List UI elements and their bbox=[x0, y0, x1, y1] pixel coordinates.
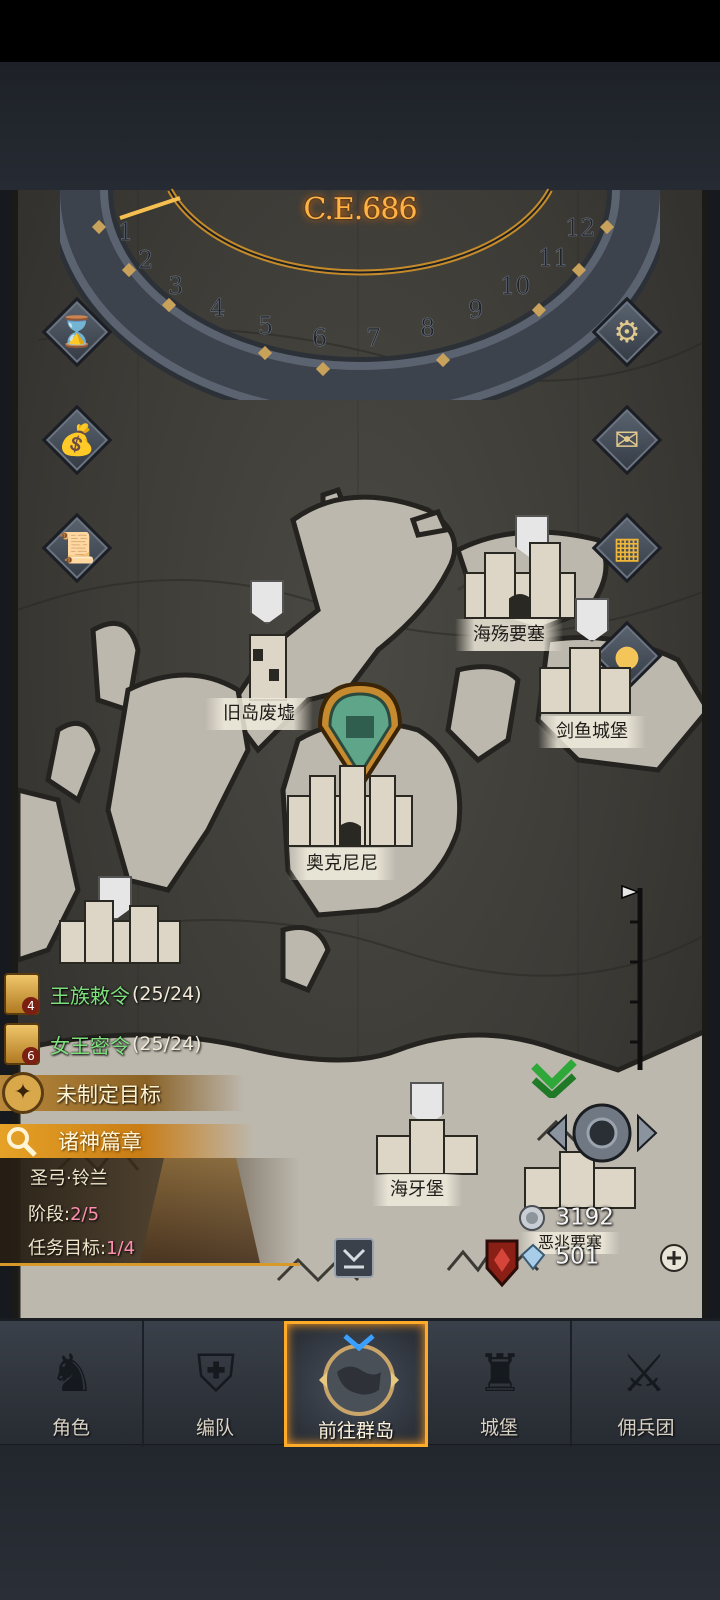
tower-icon bbox=[249, 634, 287, 701]
castle-icon bbox=[287, 765, 413, 847]
castle-icon bbox=[539, 647, 631, 714]
silver-resource: 3192 bbox=[518, 1204, 614, 1232]
year-label: C.E.686 bbox=[303, 192, 417, 227]
nav-go-islands[interactable]: 前往群岛 bbox=[284, 1321, 428, 1447]
chapter-title: 诸神篇章 bbox=[58, 1130, 142, 1154]
crystal-icon bbox=[520, 1243, 546, 1271]
banner-icon: ⚔ bbox=[620, 1344, 668, 1404]
hero-portrait bbox=[140, 1158, 260, 1263]
settings-button[interactable]: ⚙ bbox=[591, 296, 663, 368]
mail-button[interactable]: ✉ bbox=[591, 404, 663, 476]
mail-icon: ✉ bbox=[614, 422, 640, 458]
objective-progress: 任务目标:1/4 bbox=[28, 1238, 136, 1259]
order-royal-decree[interactable]: 4 王族敕令 (25/24) bbox=[4, 972, 202, 1016]
nav-label: 城堡 bbox=[479, 1417, 518, 1439]
map-scale-bar bbox=[621, 884, 643, 1070]
month-10: 10 bbox=[500, 272, 531, 300]
order-queen-secret[interactable]: 6 女王密令 (25/24) bbox=[4, 1022, 202, 1066]
month-4: 4 bbox=[210, 294, 225, 322]
month-8: 8 bbox=[420, 314, 435, 342]
chapter-bar[interactable]: 诸神篇章 bbox=[0, 1124, 255, 1158]
scroll-map-icon: 📜 bbox=[58, 530, 96, 566]
quest-card[interactable]: 圣弓·铃兰 阶段:2/5 任务目标:1/4 bbox=[0, 1158, 300, 1266]
month-11: 11 bbox=[538, 244, 569, 272]
search-icon bbox=[7, 1127, 37, 1157]
add-resource-button[interactable] bbox=[659, 1243, 689, 1273]
helmet-icon: ⛨ bbox=[196, 1344, 236, 1404]
money-bag-button[interactable]: 💰 bbox=[41, 404, 113, 476]
castle-icon: ♜ bbox=[476, 1344, 524, 1404]
silver-coin-icon bbox=[519, 1205, 545, 1231]
crystal-resource: 501 bbox=[520, 1243, 599, 1271]
month-3: 3 bbox=[168, 272, 183, 300]
locate-compass-button[interactable] bbox=[546, 1098, 658, 1168]
order-count: (25/24) bbox=[132, 983, 202, 1005]
order-name: 王族敕令 bbox=[50, 983, 130, 1008]
gear-icon: ⚙ bbox=[613, 314, 641, 350]
castle-icon bbox=[59, 900, 181, 964]
month-5: 5 bbox=[258, 312, 273, 340]
stage-progress: 阶段:2/5 bbox=[28, 1204, 100, 1225]
calendar-grid-button[interactable]: ▦ bbox=[591, 512, 663, 584]
goal-label: 未制定目标 bbox=[56, 1083, 161, 1107]
nav-formation[interactable]: ⛨ 编队 bbox=[144, 1321, 288, 1447]
nav-label: 角色 bbox=[51, 1417, 90, 1439]
hero-name: 圣弓·铃兰 bbox=[30, 1168, 108, 1189]
collapse-panel-button[interactable] bbox=[334, 1238, 374, 1278]
status-bar bbox=[0, 0, 720, 62]
nav-role[interactable]: ♞ 角色 bbox=[0, 1321, 144, 1447]
location-label: 剑鱼城堡 bbox=[538, 716, 646, 748]
month-7: 7 bbox=[366, 324, 381, 352]
nav-label: 编队 bbox=[195, 1417, 234, 1439]
bottom-frame bbox=[0, 1445, 720, 1600]
scroll-icon: 6 bbox=[4, 1023, 40, 1065]
scroll-map-button[interactable]: 📜 bbox=[41, 512, 113, 584]
month-9: 9 bbox=[468, 296, 483, 324]
nav-label: 佣兵团 bbox=[617, 1417, 675, 1439]
order-name: 女王密令 bbox=[50, 1033, 130, 1058]
location-label: 奥克尼尼 bbox=[288, 848, 396, 880]
nav-castle[interactable]: ♜ 城堡 bbox=[428, 1321, 572, 1447]
hourglass-button[interactable]: ⌛ bbox=[41, 296, 113, 368]
location-label: 海牙堡 bbox=[372, 1174, 462, 1206]
calendar-grid-icon: ▦ bbox=[612, 530, 642, 566]
order-count: (25/24) bbox=[132, 1033, 202, 1055]
globe-icon bbox=[319, 1334, 399, 1416]
calendar-dial[interactable]: 1 2 3 4 5 6 7 8 9 10 11 12 bbox=[60, 150, 660, 400]
castle-icon bbox=[464, 542, 576, 619]
location-label: 旧岛废墟 bbox=[205, 698, 313, 730]
knight-icon: ♞ bbox=[48, 1344, 96, 1404]
faction-shield-icon bbox=[485, 1239, 519, 1288]
month-2: 2 bbox=[138, 246, 153, 274]
nav-mercenaries[interactable]: ⚔ 佣兵团 bbox=[572, 1321, 720, 1447]
bottom-nav: ♞ 角色 ⛨ 编队 前往群岛 ♜ 城堡 ⚔ 佣兵团 bbox=[0, 1318, 720, 1447]
nav-label: 前往群岛 bbox=[317, 1420, 394, 1442]
hourglass-icon: ⌛ bbox=[58, 314, 96, 350]
month-6: 6 bbox=[312, 324, 327, 352]
money-bag-icon: 💰 bbox=[58, 422, 96, 458]
green-chevron-icon bbox=[531, 1059, 577, 1098]
target-icon: ✦ bbox=[2, 1072, 44, 1114]
scroll-icon: 4 bbox=[4, 973, 40, 1015]
castle-icon bbox=[376, 1119, 478, 1175]
